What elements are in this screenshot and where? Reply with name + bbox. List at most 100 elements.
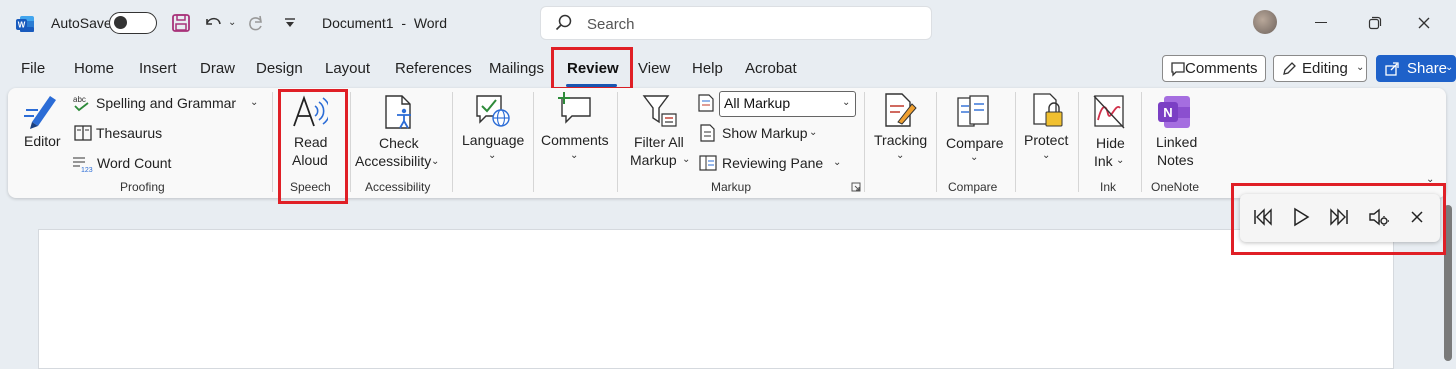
filter-all-markup-button[interactable]: Filter All Markup ⌄	[626, 92, 692, 172]
save-icon[interactable]	[171, 13, 191, 33]
svg-text:W: W	[18, 21, 26, 30]
language-icon	[476, 95, 510, 127]
redo-icon[interactable]	[245, 13, 267, 33]
onenote-group-label: OneNote	[1151, 180, 1200, 194]
close-window-icon[interactable]	[1417, 16, 1431, 30]
markup-label: Markup	[630, 152, 677, 168]
markup-options-launcher-icon[interactable]	[851, 182, 861, 192]
search-box[interactable]	[540, 6, 932, 40]
hide-ink-button[interactable]: Hide Ink ⌄	[1086, 92, 1134, 172]
show-markup-label: Show Markup	[722, 125, 808, 141]
new-comment-icon	[558, 92, 591, 124]
markup-group-label: Markup	[711, 180, 752, 194]
chevron-down-icon: ⌄	[431, 156, 440, 167]
svg-text:123: 123	[81, 167, 93, 173]
editor-button[interactable]: Editor	[20, 92, 68, 158]
tab-help[interactable]: Help	[692, 60, 723, 77]
reviewing-pane-icon	[699, 155, 717, 171]
tab-references[interactable]: References	[395, 60, 472, 77]
chevron-down-icon: ⌄	[833, 157, 842, 168]
comments-button[interactable]: Comments	[1162, 55, 1266, 82]
chevron-down-icon: ⌄	[896, 150, 905, 161]
comment-icon	[1171, 62, 1185, 77]
language-button[interactable]: Language ⌄	[458, 92, 528, 172]
document-title: Document1 - Word	[322, 15, 448, 31]
editor-pen-icon	[24, 96, 56, 129]
tab-home[interactable]: Home	[74, 60, 114, 77]
linked-label: Linked	[1156, 134, 1198, 150]
hide-label: Hide	[1096, 135, 1125, 151]
chevron-down-icon: ⌄	[1445, 62, 1454, 73]
word-count-button[interactable]: 123 Word Count	[72, 154, 182, 174]
chevron-down-icon: ⌄	[809, 127, 818, 138]
display-for-review-value: All Markup	[724, 95, 791, 111]
ribbon-separator	[1015, 92, 1016, 192]
thesaurus-button[interactable]: Thesaurus	[74, 124, 174, 144]
tab-file[interactable]: File	[21, 60, 45, 77]
editing-mode-button[interactable]: Editing ⌄	[1273, 55, 1367, 82]
comments-ribbon-button[interactable]: Comments ⌄	[538, 92, 612, 172]
spelling-grammar-button[interactable]: abc Spelling and Grammar ⌄	[72, 94, 262, 114]
undo-dropdown-icon[interactable]: ⌄	[228, 17, 236, 28]
accessibility-group-label: Accessibility	[365, 180, 431, 194]
svg-text:abc: abc	[73, 95, 86, 104]
document-page[interactable]	[38, 229, 1394, 369]
tab-draw[interactable]: Draw	[200, 60, 235, 77]
hide-ink-icon	[1093, 95, 1125, 129]
accessibility-document-icon	[385, 95, 411, 129]
restore-icon[interactable]	[1368, 16, 1382, 30]
ribbon-separator	[864, 92, 865, 192]
chevron-down-icon: ⌄	[250, 97, 259, 108]
tab-acrobat[interactable]: Acrobat	[745, 60, 797, 77]
protect-label: Protect	[1024, 132, 1069, 148]
compare-button[interactable]: Compare ⌄	[940, 92, 1006, 172]
ribbon-separator	[936, 92, 937, 192]
account-avatar[interactable]	[1253, 10, 1277, 34]
ink-group-label: Ink	[1100, 180, 1117, 194]
spelling-label: Spelling and Grammar	[96, 95, 237, 111]
chevron-down-icon: ⌄	[970, 152, 979, 163]
proofing-group-label: Proofing	[120, 180, 165, 194]
tab-insert[interactable]: Insert	[139, 60, 177, 77]
chevron-down-icon: ⌄	[682, 154, 691, 165]
tab-layout[interactable]: Layout	[325, 60, 370, 77]
autosave-toggle[interactable]	[109, 12, 157, 34]
share-button[interactable]: Share ⌄	[1376, 55, 1456, 82]
undo-icon[interactable]	[203, 13, 225, 33]
protect-button[interactable]: Protect ⌄	[1020, 92, 1076, 172]
spelling-check-icon: abc	[73, 95, 89, 112]
tab-design[interactable]: Design	[256, 60, 303, 77]
check-accessibility-button[interactable]: Check Accessibility ⌄	[353, 92, 443, 172]
display-for-review-select[interactable]: All Markup ⌄	[719, 91, 856, 117]
reviewing-pane-button[interactable]: Reviewing Pane ⌄	[699, 154, 849, 174]
chevron-down-icon: ⌄	[842, 97, 851, 108]
compare-group-label: Compare	[948, 180, 998, 194]
ribbon-separator	[533, 92, 534, 192]
tab-mailings[interactable]: Mailings	[489, 60, 544, 77]
ribbon-separator	[272, 92, 273, 192]
tracking-button[interactable]: Tracking ⌄	[870, 92, 930, 172]
autosave-label: AutoSave	[51, 15, 112, 31]
check-label: Check	[379, 135, 419, 151]
language-label: Language	[462, 132, 525, 148]
search-icon	[555, 14, 573, 32]
read-aloud-highlight	[278, 89, 348, 204]
share-icon	[1385, 62, 1399, 76]
chevron-down-icon: ⌄	[488, 150, 497, 161]
tracking-label: Tracking	[874, 132, 928, 148]
show-markup-button[interactable]: Show Markup ⌄	[699, 124, 829, 144]
editing-label: Editing	[1302, 60, 1348, 77]
onenote-icon: N	[1158, 96, 1190, 128]
tab-view[interactable]: View	[638, 60, 670, 77]
chevron-down-icon: ⌄	[1356, 62, 1365, 73]
search-input[interactable]	[585, 12, 919, 36]
book-icon	[74, 125, 92, 141]
customize-toolbar-icon[interactable]	[284, 17, 296, 29]
lock-document-icon	[1033, 93, 1063, 127]
word-count-label: Word Count	[97, 155, 172, 171]
reviewing-pane-label: Reviewing Pane	[722, 155, 824, 171]
minimize-icon[interactable]	[1315, 22, 1327, 23]
track-changes-icon	[885, 93, 917, 127]
linked-notes-button[interactable]: N Linked Notes	[1148, 92, 1204, 172]
chevron-down-icon: ⌄	[570, 150, 579, 161]
